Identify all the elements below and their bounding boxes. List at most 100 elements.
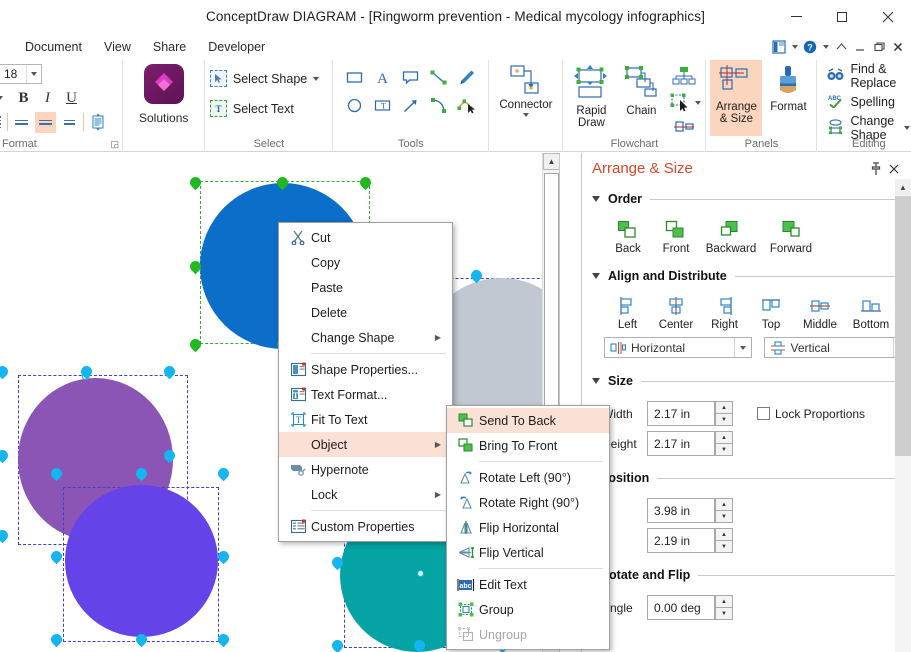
y-input[interactable] <box>647 528 715 553</box>
order-collapse-triangle-icon[interactable] <box>592 196 600 202</box>
context-menu-item-text-format[interactable]: T Text Format... <box>279 382 452 407</box>
align-left-text-button[interactable] <box>11 112 32 133</box>
flowchart-dropdown-caret-icon[interactable] <box>695 101 702 105</box>
flowchart-select-button[interactable] <box>667 90 695 116</box>
font-color-dropdown[interactable] <box>0 88 10 109</box>
resize-handle[interactable] <box>48 548 65 565</box>
resize-handle[interactable] <box>215 465 232 482</box>
panel-scrollbar-thumb[interactable] <box>895 196 911 456</box>
y-decrement-button[interactable]: ▼ <box>715 540 733 553</box>
angle-increment-button[interactable]: ▲ <box>715 595 733 607</box>
submenu-item-rotate-right[interactable]: Rotate Right (90°) <box>447 490 609 515</box>
lock-proportions-row[interactable]: Lock Proportions <box>757 407 865 421</box>
submenu-item-rotate-left[interactable]: Rotate Left (90°) <box>447 465 609 490</box>
window-maximize-button[interactable] <box>819 0 865 33</box>
scroll-up-arrow-icon[interactable]: ▲ <box>543 153 559 170</box>
height-spinner[interactable]: ▲▼ <box>647 431 733 456</box>
height-decrement-button[interactable]: ▼ <box>715 443 733 456</box>
order-front-button[interactable]: Front <box>652 220 700 255</box>
order-forward-button[interactable]: Forward <box>762 220 820 255</box>
window-minimize-small-icon[interactable] <box>851 36 869 58</box>
arrow-tool-button[interactable] <box>397 92 424 119</box>
context-menu-item-paste[interactable]: Paste <box>279 275 452 300</box>
align-top-button[interactable]: Top <box>748 296 794 331</box>
select-text-button[interactable]: T Select Text <box>208 96 296 121</box>
layout-dropdown-caret-icon[interactable] <box>789 36 800 58</box>
panel-scroll-up-arrow-icon[interactable]: ▲ <box>895 179 911 195</box>
size-section-header[interactable]: Size <box>582 370 911 392</box>
text-tool-button[interactable]: A <box>369 64 396 91</box>
menu-item-share[interactable]: Share <box>142 38 197 56</box>
angle-decrement-button[interactable]: ▼ <box>715 607 733 620</box>
context-menu-item-copy[interactable]: Copy <box>279 250 452 275</box>
align-bottom-button[interactable]: Bottom <box>846 296 896 331</box>
underline-button[interactable]: U <box>61 88 82 109</box>
help-dropdown-caret-icon[interactable] <box>820 36 831 58</box>
align-right-text-button[interactable] <box>59 112 80 133</box>
panel-pin-icon[interactable] <box>867 159 885 179</box>
width-spinner[interactable]: ▲▼ <box>647 401 733 426</box>
context-menu-item-cut[interactable]: Cut <box>279 225 452 250</box>
vertical-align-button[interactable] <box>87 112 108 133</box>
x-increment-button[interactable]: ▲ <box>715 498 733 510</box>
shape-context-menu[interactable]: Cut Copy Paste Delete Change Shape ▶ Sha… <box>278 222 453 542</box>
height-increment-button[interactable]: ▲ <box>715 431 733 443</box>
flowchart-tree-button[interactable] <box>670 64 698 90</box>
lock-proportions-checkbox[interactable] <box>757 407 770 420</box>
angle-input[interactable] <box>647 595 715 620</box>
context-menu-item-fit-to-text[interactable]: T Fit To Text <box>279 407 452 432</box>
select-shape-button[interactable]: Select Shape <box>208 66 321 91</box>
format-dialog-launcher-icon[interactable]: ◲ <box>110 139 119 150</box>
align-right-button[interactable]: Right <box>701 296 748 331</box>
align-justify-button[interactable] <box>0 112 4 133</box>
horizontal-distribute-caret-icon[interactable] <box>733 338 751 357</box>
rectangle-tool-button[interactable] <box>341 64 368 91</box>
layout-icon[interactable] <box>770 36 788 58</box>
height-input[interactable] <box>647 431 715 456</box>
align-center-button[interactable]: Center <box>651 296 701 331</box>
context-menu-item-shape-properties[interactable]: Shape Properties... <box>279 357 452 382</box>
order-back-button[interactable]: Back <box>604 220 652 255</box>
width-input[interactable] <box>647 401 715 426</box>
context-menu-item-object[interactable]: Object ▶ <box>279 432 452 457</box>
submenu-item-bring-to-front[interactable]: Bring To Front <box>447 433 609 458</box>
menu-item-document[interactable]: Document <box>14 38 93 56</box>
panel-vertical-scrollbar[interactable]: ▲ <box>895 179 911 652</box>
submenu-item-send-to-back[interactable]: Send To Back <box>447 408 609 433</box>
solutions-icon[interactable] <box>143 64 184 104</box>
align-section-header[interactable]: Align and Distribute <box>582 265 911 287</box>
y-increment-button[interactable]: ▲ <box>715 528 733 540</box>
submenu-item-flip-vertical[interactable]: Flip Vertical <box>447 540 609 565</box>
line-tool-button[interactable] <box>425 64 452 91</box>
angle-spinner[interactable]: ▲▼ <box>647 595 733 620</box>
window-close-small-icon[interactable] <box>889 36 907 58</box>
change-shape-dropdown-caret-icon[interactable] <box>904 126 911 130</box>
ribbon-collapse-icon[interactable] <box>832 36 850 58</box>
circle-violet[interactable] <box>65 485 218 637</box>
text-block-tool-button[interactable]: T <box>369 92 396 119</box>
y-spinner[interactable]: ▲▼ <box>647 528 733 553</box>
help-icon[interactable]: ? <box>801 36 819 58</box>
resize-handle[interactable] <box>48 631 65 648</box>
submenu-item-edit-text[interactable]: abc Edit Text <box>447 572 609 597</box>
menu-item-view[interactable]: View <box>93 38 142 56</box>
italic-button[interactable]: I <box>37 88 58 109</box>
arc-tool-button[interactable] <box>425 92 452 119</box>
x-input[interactable] <box>647 498 715 523</box>
submenu-item-group[interactable]: Group <box>447 597 609 622</box>
bold-button[interactable]: B <box>13 88 34 109</box>
order-section-header[interactable]: Order <box>582 188 911 210</box>
rapid-draw-button[interactable]: Rapid Draw <box>567 60 615 129</box>
object-submenu[interactable]: Send To Back Bring To Front Rotate Left … <box>446 405 610 650</box>
resize-handle[interactable] <box>0 363 11 380</box>
window-restore-small-icon[interactable] <box>870 36 888 58</box>
pen-tool-button[interactable] <box>453 64 480 91</box>
align-center-text-button[interactable] <box>35 111 56 133</box>
width-increment-button[interactable]: ▲ <box>715 401 733 413</box>
font-size-combo[interactable]: 18 <box>0 64 42 84</box>
align-middle-button[interactable]: Middle <box>794 296 846 331</box>
callout-tool-button[interactable] <box>397 64 424 91</box>
rotate-section-header[interactable]: Rotate and Flip <box>582 564 911 586</box>
find-replace-button[interactable]: Find & Replace <box>823 62 911 90</box>
spelling-button[interactable]: ABC Spelling <box>823 90 898 114</box>
